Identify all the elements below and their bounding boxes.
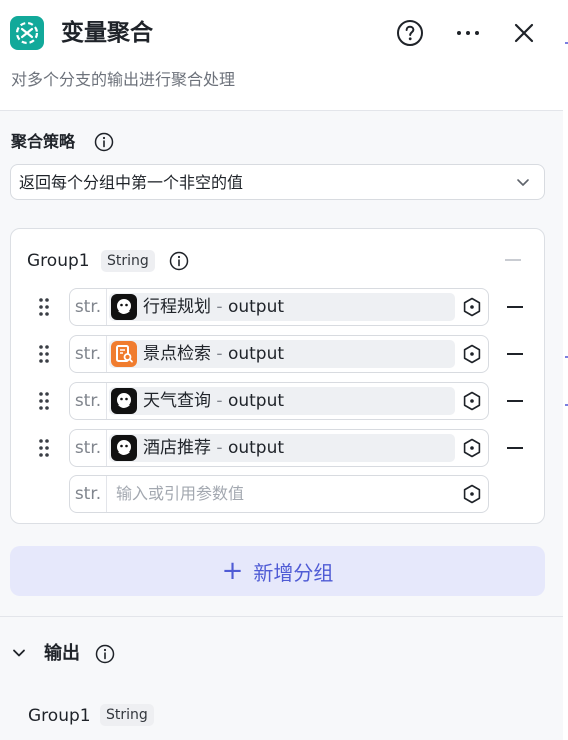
reference-text: 景点检索 - output: [143, 344, 285, 364]
canvas-edge: [563, 0, 568, 740]
bot-avatar-icon: [111, 435, 137, 461]
bot-avatar-icon: [111, 388, 137, 414]
remove-variable-button[interactable]: [507, 306, 523, 308]
drag-handle-icon[interactable]: [38, 438, 50, 458]
variable-picker-icon[interactable]: [462, 438, 482, 458]
remove-variable-button[interactable]: [507, 353, 523, 355]
reference-text: 行程规划 - output: [143, 297, 285, 317]
node-config-panel: 变量聚合 对多个分支的输出进行聚合处理 聚合策略 返回每个分组中第一个非空的值 …: [0, 0, 564, 740]
page-title: 变量聚合: [61, 20, 153, 46]
reference-chip[interactable]: 行程规划 - output: [109, 293, 455, 321]
variable-row: str. 天气查询 - output: [11, 382, 546, 420]
variable-row: str. 景点检索 - output: [11, 335, 546, 373]
divider: [0, 616, 563, 617]
output-variable-name: Group1: [28, 706, 91, 726]
type-label[interactable]: str.: [70, 430, 107, 466]
reference-chip[interactable]: 酒店推荐 - output: [109, 434, 455, 462]
variable-input[interactable]: str. 天气查询 - output: [69, 382, 489, 420]
search-plugin-icon: [111, 341, 137, 367]
variable-picker-icon[interactable]: [462, 344, 482, 364]
drag-handle-icon[interactable]: [38, 344, 50, 364]
drag-handle-icon[interactable]: [38, 391, 50, 411]
info-icon[interactable]: [95, 644, 115, 664]
add-group-label: 新增分组: [253, 560, 334, 585]
info-icon[interactable]: [169, 251, 189, 271]
type-label[interactable]: str.: [70, 289, 107, 325]
help-icon: [397, 20, 423, 46]
variable-row: str. 行程规划 - output: [11, 288, 546, 326]
variable-input[interactable]: str. 输入或引用参数值: [69, 475, 489, 513]
variable-row: str. 酒店推荐 - output: [11, 429, 546, 467]
close-button[interactable]: [509, 18, 539, 48]
output-section-title[interactable]: 输出: [44, 641, 80, 667]
type-label[interactable]: str.: [70, 336, 107, 372]
variable-merge-icon: [10, 16, 44, 50]
close-icon: [514, 23, 534, 43]
info-icon[interactable]: [94, 132, 114, 152]
variable-input[interactable]: str. 景点检索 - output: [69, 335, 489, 373]
help-button[interactable]: [395, 18, 425, 48]
remove-group-button[interactable]: [505, 259, 521, 261]
type-label[interactable]: str.: [70, 476, 107, 512]
remove-variable-button[interactable]: [507, 400, 523, 402]
remove-variable-button[interactable]: [507, 447, 523, 449]
variable-picker-icon[interactable]: [462, 391, 482, 411]
variable-picker-icon[interactable]: [462, 484, 482, 504]
reference-chip[interactable]: 天气查询 - output: [109, 387, 455, 415]
variable-row-empty: str. 输入或引用参数值: [11, 475, 546, 513]
more-icon: [457, 31, 479, 35]
reference-text: 天气查询 - output: [143, 391, 285, 411]
reference-text: 酒店推荐 - output: [143, 438, 285, 458]
chevron-down-icon[interactable]: [12, 646, 26, 660]
bot-avatar-icon: [111, 294, 137, 320]
node-description: 对多个分支的输出进行聚合处理: [11, 70, 236, 89]
variable-input[interactable]: str. 酒店推荐 - output: [69, 429, 489, 467]
variable-picker-icon[interactable]: [462, 297, 482, 317]
strategy-select[interactable]: 返回每个分组中第一个非空的值: [10, 164, 545, 200]
reference-chip[interactable]: 景点检索 - output: [109, 340, 455, 368]
strategy-select-value: 返回每个分组中第一个非空的值: [19, 173, 244, 192]
chevron-down-icon: [517, 179, 529, 186]
more-options-button[interactable]: [453, 18, 483, 48]
panel-header: 变量聚合 对多个分支的输出进行聚合处理: [0, 0, 563, 111]
group-card: Group1 String str. 行程规划 - output str. 景点…: [10, 228, 545, 524]
drag-handle-icon[interactable]: [38, 297, 50, 317]
strategy-label: 聚合策略: [11, 132, 76, 151]
variable-input[interactable]: str. 行程规划 - output: [69, 288, 489, 326]
output-type-badge: String: [100, 704, 154, 726]
variable-placeholder[interactable]: 输入或引用参数值: [116, 482, 244, 506]
group-type-badge: String: [101, 250, 155, 272]
group-name[interactable]: Group1: [27, 249, 90, 273]
add-group-button[interactable]: + 新增分组: [10, 546, 545, 596]
plus-icon: +: [221, 556, 244, 586]
type-label[interactable]: str.: [70, 383, 107, 419]
